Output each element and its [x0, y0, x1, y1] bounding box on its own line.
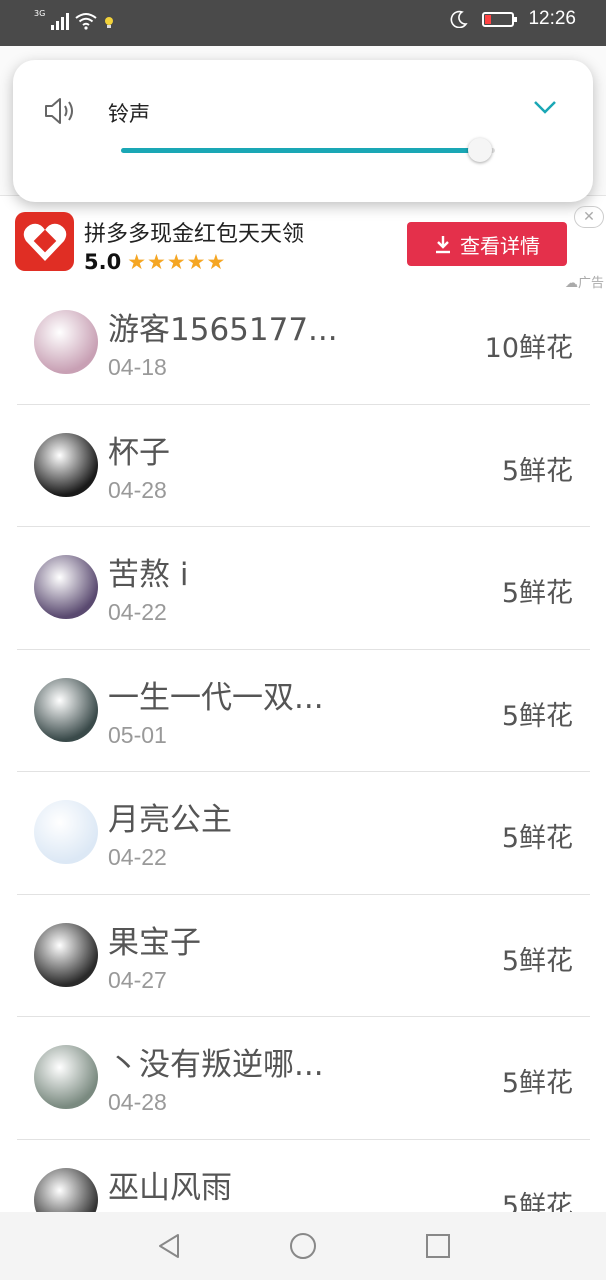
flower-count: 5鲜花: [501, 578, 573, 609]
list-item[interactable]: 一生一代一双... 05-01 5鲜花: [17, 650, 590, 772]
list-item[interactable]: 月亮公主 04-22 5鲜花: [17, 772, 590, 895]
chevron-down-icon[interactable]: [533, 100, 557, 114]
user-name: 月亮公主: [108, 802, 232, 838]
volume-slider[interactable]: [121, 138, 495, 162]
flower-count: 5鲜花: [501, 945, 573, 977]
view-details-button[interactable]: 查看详情: [407, 222, 567, 266]
network-type: 3G: [34, 9, 46, 18]
system-nav-bar: [0, 1212, 606, 1280]
flower-count: 5鲜花: [501, 1068, 573, 1099]
recents-icon[interactable]: [422, 1230, 454, 1262]
flower-count: 5鲜花: [501, 823, 573, 854]
pinduoduo-logo-icon: [15, 212, 74, 271]
home-icon[interactable]: [287, 1230, 319, 1262]
flower-count: 5鲜花: [501, 700, 573, 732]
list-item[interactable]: 苦熬 i 04-22 5鲜花: [17, 527, 590, 650]
flower-gift-list: 游客1565177... 04-18 10鲜花 杯子 04-28 5鲜花 苦熬 i 04-22…: [17, 282, 590, 1262]
volume-label: 铃声: [108, 102, 150, 126]
gift-date: 04-18: [108, 354, 167, 380]
gift-date: 05-01: [108, 721, 167, 748]
list-item[interactable]: 游客1565177... 04-18 10鲜花: [17, 282, 590, 405]
user-name: 苦熬 i: [108, 557, 189, 593]
clock: 12:26: [528, 8, 576, 29]
avatar[interactable]: [34, 922, 98, 987]
user-name: 杯子: [108, 434, 170, 471]
ad-rating: 5.0 ★★★★★: [84, 250, 226, 274]
speaker-icon[interactable]: [43, 96, 79, 126]
gift-date: 04-22: [108, 599, 167, 625]
avatar[interactable]: [34, 1045, 98, 1109]
star-rating-icon: ★★★★★: [127, 250, 227, 274]
flower-count: 10鲜花: [484, 333, 573, 364]
view-details-label: 查看详情: [460, 233, 540, 258]
gift-date: 04-27: [108, 966, 167, 993]
status-right: 12:26: [450, 8, 576, 30]
signal-icon: [51, 12, 70, 30]
gift-date: 04-28: [108, 476, 167, 503]
user-name: 一生一代一双...: [108, 679, 324, 716]
list-item[interactable]: 果宝子 04-27 5鲜花: [17, 895, 590, 1017]
user-name: 丶没有叛逆哪...: [108, 1047, 324, 1083]
ad-banner[interactable]: 拼多多现金红包天天领 5.0 ★★★★★ 查看详情 ✕ ☁广告: [0, 200, 606, 292]
ad-title: 拼多多现金红包天天领: [84, 222, 305, 247]
list-item[interactable]: 杯子 04-28 5鲜花: [17, 405, 590, 527]
user-name: 游客1565177...: [108, 312, 338, 348]
avatar[interactable]: [34, 432, 98, 497]
gift-date: 04-22: [108, 844, 167, 870]
user-name: 巫山风雨: [108, 1169, 232, 1206]
flower-count: 5鲜花: [501, 455, 573, 487]
avatar[interactable]: [34, 800, 98, 864]
gift-date: 04-28: [108, 1089, 167, 1115]
back-icon[interactable]: [153, 1230, 185, 1262]
bulb-icon: [105, 17, 114, 28]
avatar[interactable]: [34, 555, 98, 619]
avatar[interactable]: [34, 677, 98, 742]
avatar[interactable]: [34, 310, 98, 374]
ad-close-button[interactable]: ✕: [574, 206, 604, 228]
status-bar: 3G 12:26: [0, 0, 606, 46]
moon-icon: [451, 10, 469, 28]
volume-slider-thumb[interactable]: [468, 138, 493, 162]
volume-panel: 铃声: [13, 60, 593, 202]
ad-rating-value: 5.0: [84, 250, 122, 274]
user-name: 果宝子: [108, 924, 201, 961]
list-item[interactable]: 丶没有叛逆哪... 04-28 5鲜花: [17, 1017, 590, 1140]
status-left: 3G: [34, 10, 115, 30]
volume-slider-fill: [121, 148, 481, 153]
battery-icon: [482, 11, 518, 27]
download-icon: [436, 236, 450, 254]
wifi-icon: [75, 13, 97, 30]
